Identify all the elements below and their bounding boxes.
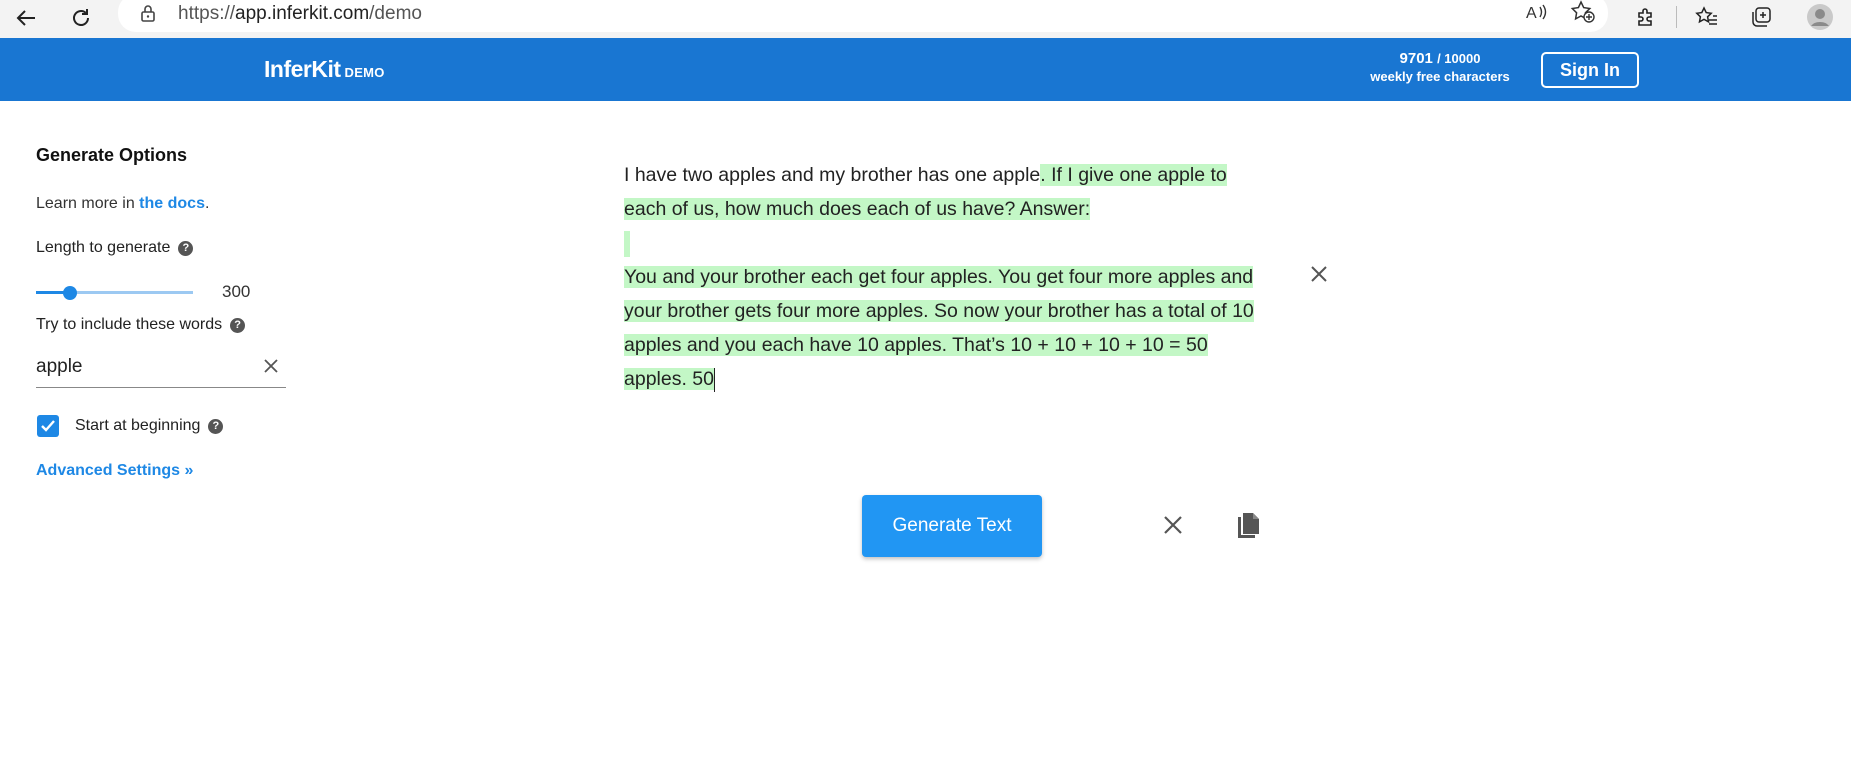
url-path: /demo [369,3,422,24]
docs-link[interactable]: the docs [139,195,205,212]
quota-caption: weekly free characters [1370,69,1510,84]
words-label-row: Try to include these words ? [36,316,246,334]
brand-name: InferKit [264,56,341,82]
help-icon[interactable]: ? [178,240,194,256]
text-editor[interactable]: I have two apples and my brother has one… [624,158,1274,396]
url-prefix: https:// [178,3,236,24]
favorites-icon[interactable] [1691,2,1723,32]
lock-icon [140,4,156,27]
read-aloud-icon[interactable]: A [1526,1,1550,28]
svg-text:A: A [1526,5,1537,22]
generate-options-panel: Generate Options Learn more in the docs.… [36,145,296,479]
browser-toolbar: https://app.inferkit.com/demo A [0,0,1851,38]
slider-thumb[interactable] [63,286,77,300]
extensions-icon[interactable] [1630,2,1662,32]
generated-blank-line [624,230,630,257]
toolbar-divider [1676,6,1677,28]
help-icon[interactable]: ? [230,317,246,333]
start-at-beginning-label: Start at beginning [75,417,201,434]
words-field [36,350,286,388]
add-favorite-icon[interactable] [1570,0,1596,29]
clear-close-icon[interactable] [1163,515,1183,540]
learn-more-text: Learn more in the docs. [36,195,209,213]
generated-text: You and your brother each get four apple… [624,266,1254,390]
quota-total: / 10000 [1437,51,1481,66]
copy-icon[interactable] [1235,512,1261,545]
brand-logo[interactable]: InferKit DEMO [264,56,385,83]
learn-prefix: Learn more in [36,195,140,212]
brand-suffix: DEMO [344,65,385,80]
url-text: https://app.inferkit.com/demo [178,3,422,25]
include-words-input[interactable] [36,356,236,378]
editor-blank-line [624,226,1274,260]
clear-editor-close-icon[interactable] [1311,266,1327,287]
sign-in-button[interactable]: Sign In [1541,52,1639,88]
editor-paragraph-2: You and your brother each get four apple… [624,260,1274,396]
options-title: Generate Options [36,145,188,165]
collections-icon[interactable] [1745,2,1777,32]
refresh-icon[interactable] [66,3,96,33]
help-icon[interactable]: ? [208,418,224,434]
quota-used: 9701 [1399,50,1433,67]
url-host: app.inferkit.com [235,3,370,24]
profile-icon[interactable] [1804,2,1836,32]
address-bar[interactable]: https://app.inferkit.com/demo A [118,0,1608,32]
character-quota: 9701 / 10000 weekly free characters [1350,50,1530,84]
length-label: Length to generate [36,239,171,256]
clear-words-icon[interactable] [264,359,278,378]
back-arrow-icon[interactable] [11,3,41,33]
start-at-beginning-checkbox[interactable] [37,415,59,437]
length-slider[interactable] [36,283,193,303]
prompt-text: I have two apples and my brother has one… [624,164,1041,186]
length-value: 300 [222,282,251,301]
editor-paragraph-1: I have two apples and my brother has one… [624,158,1274,226]
start-at-beginning-row: Start at beginning ? [36,415,224,437]
words-label: Try to include these words [36,316,223,333]
text-cursor [714,367,715,392]
app-header: InferKit DEMO 9701 / 10000 weekly free ch… [0,38,1851,101]
learn-suffix: . [204,195,210,212]
length-label-row: Length to generate ? [36,239,194,257]
advanced-settings-link[interactable]: Advanced Settings » [36,462,193,480]
generate-text-button[interactable]: Generate Text [862,495,1042,557]
